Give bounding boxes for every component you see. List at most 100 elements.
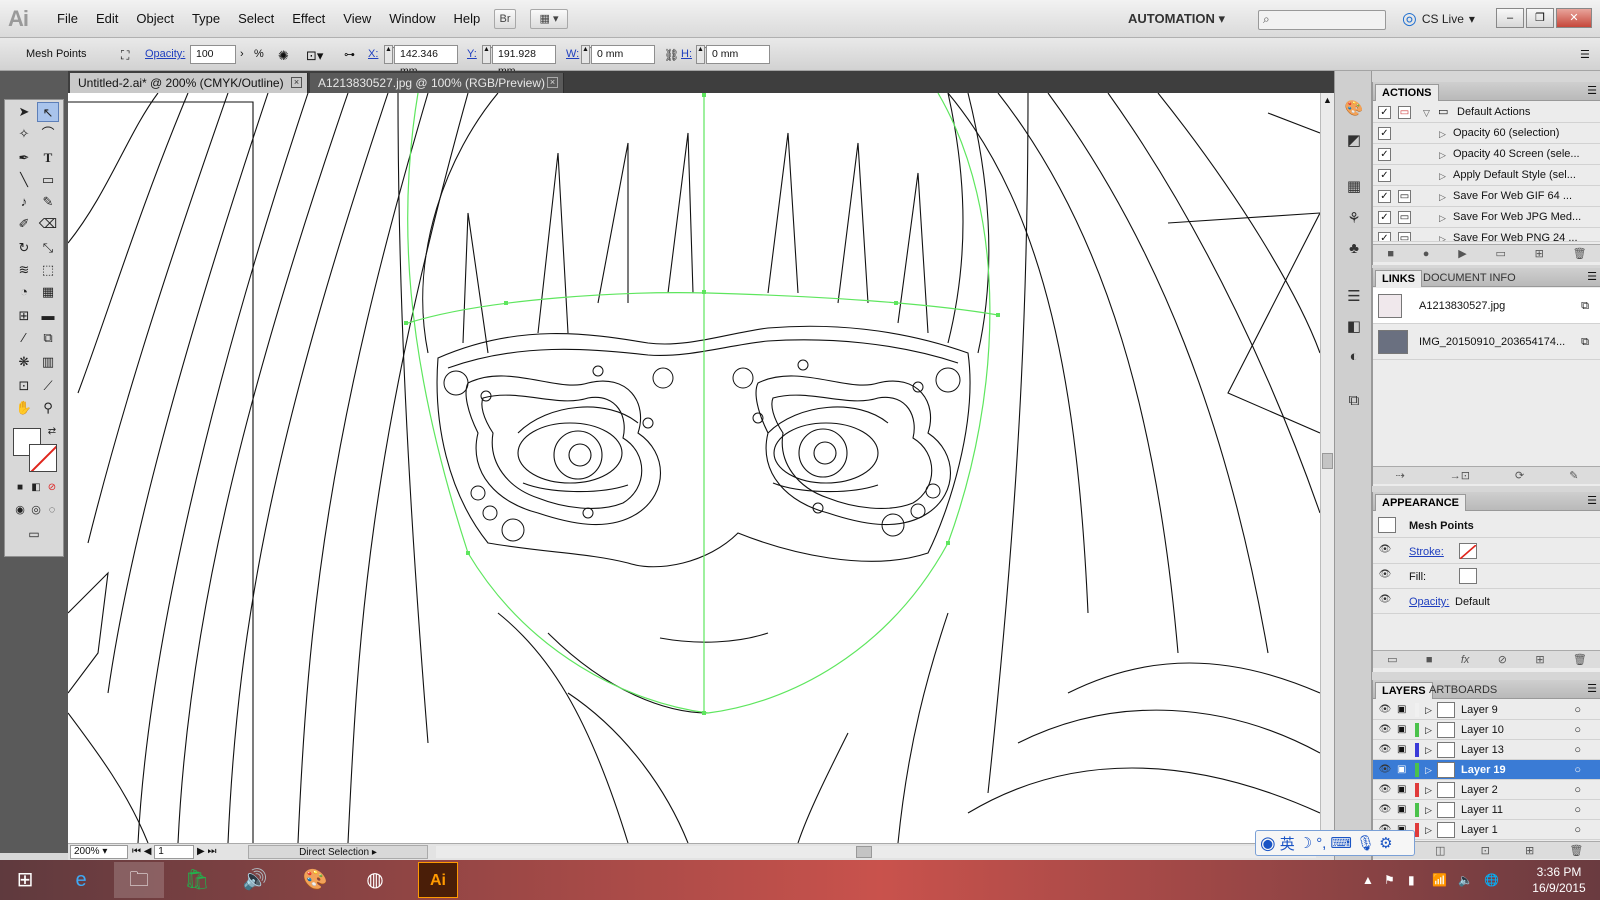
expand-icon[interactable]: ▷	[1439, 208, 1446, 229]
lock-icon[interactable]: ▣	[1397, 800, 1406, 820]
brushes-icon[interactable]: ⚘	[1341, 207, 1367, 231]
target-circle-icon[interactable]: ○	[1574, 720, 1581, 740]
x-link[interactable]: X:	[368, 48, 378, 60]
action-item[interactable]: ✓ ▷ Opacity 40 Screen (sele...	[1373, 144, 1600, 165]
control-menu-icon[interactable]: ☰	[1580, 48, 1590, 61]
line-tool-icon[interactable]: ╲	[13, 170, 35, 190]
make-clipping-mask-icon[interactable]: ◫	[1435, 844, 1445, 857]
fill-swatch-icon[interactable]	[1459, 568, 1477, 584]
network-icon[interactable]: 📶	[1432, 860, 1447, 900]
trash-icon[interactable]: 🗑	[1573, 653, 1587, 666]
recolor-icon[interactable]: ✺	[278, 48, 289, 64]
link-item[interactable]: IMG_20150910_203654174... ⧉	[1373, 324, 1600, 360]
workspace-switcher[interactable]: AUTOMATION ▾	[1128, 9, 1225, 29]
stop-icon[interactable]: ■	[1387, 248, 1394, 260]
close-window-button[interactable]: ✕	[1556, 8, 1592, 28]
y-spinner[interactable]: ▲▼	[482, 45, 497, 64]
help-search-input[interactable]: ⌕	[1258, 10, 1386, 30]
artboard-canvas[interactable]	[68, 93, 1320, 843]
panel-menu-icon[interactable]: ☰	[1587, 270, 1597, 283]
tab-artboards[interactable]: ARTBOARDS	[1423, 682, 1503, 699]
ime-moon-icon[interactable]: ☽	[1299, 834, 1312, 852]
blend-tool-icon[interactable]: ⧉	[37, 328, 59, 348]
w-spinner[interactable]: ▲▼	[581, 45, 596, 64]
add-stroke-icon[interactable]: ▭	[1387, 653, 1397, 666]
panel-menu-icon[interactable]: ☰	[1587, 494, 1597, 507]
action-set-default[interactable]: ✓ ▭ ▽ ▭ Default Actions	[1373, 102, 1600, 123]
target-circle-icon[interactable]: ○	[1574, 800, 1581, 820]
minimize-button[interactable]: –	[1496, 8, 1524, 28]
horizontal-scrollbar[interactable]	[436, 846, 1316, 858]
grid-panel-icon[interactable]: ▦	[1341, 175, 1367, 199]
action-item[interactable]: ✓ ▭ ▷ Save For Web PNG 24 ...	[1373, 228, 1600, 242]
layer-row[interactable]: 👁 ▣ ▷ Layer 19 ○	[1373, 760, 1600, 780]
opacity-row[interactable]: 👁 Opacity: Default	[1373, 590, 1600, 614]
menu-type[interactable]: Type	[183, 0, 229, 38]
lock-icon[interactable]: ▣	[1397, 720, 1406, 740]
w-link[interactable]: W:	[566, 48, 579, 60]
action-check[interactable]: ✓	[1378, 190, 1391, 203]
menu-file[interactable]: File	[48, 0, 87, 38]
artboard-tool-icon[interactable]: ⊡	[13, 376, 35, 396]
expand-icon[interactable]: ▷	[1425, 780, 1432, 800]
visibility-eye-icon[interactable]: 👁	[1378, 703, 1392, 717]
perspective-grid-icon[interactable]: ▦	[37, 282, 59, 302]
relink-icon[interactable]: ⇢	[1396, 469, 1405, 482]
blob-brush-icon[interactable]: ✐	[13, 214, 35, 234]
dialog-toggle-icon[interactable]: ▭	[1398, 211, 1411, 224]
magic-wand-icon[interactable]: ✧	[13, 124, 35, 144]
ime-keyboard-icon[interactable]: ⌨	[1330, 834, 1352, 852]
target-circle-icon[interactable]: ○	[1574, 700, 1581, 720]
show-hidden-icons[interactable]: ▲	[1362, 860, 1374, 900]
volume-icon[interactable]: 🔈	[1458, 860, 1473, 900]
expand-icon[interactable]: ▷	[1439, 145, 1446, 166]
layer-row[interactable]: 👁 ▣ ▷ Layer 2 ○	[1373, 780, 1600, 800]
align-icon[interactable]: ⊡▾	[306, 48, 323, 64]
menu-window[interactable]: Window	[380, 0, 444, 38]
expand-icon[interactable]: ▷	[1425, 700, 1432, 720]
target-circle-icon[interactable]: ○	[1574, 820, 1581, 840]
mesh-points-icon[interactable]: ⛶	[121, 48, 129, 63]
graphic-styles-icon[interactable]: ⧉	[1341, 389, 1367, 413]
tab-appearance[interactable]: APPEARANCE	[1375, 494, 1467, 511]
add-fill-icon[interactable]: ■	[1426, 654, 1433, 666]
action-check[interactable]: ✓	[1378, 232, 1391, 241]
power-icon[interactable]: ▮	[1408, 860, 1415, 900]
menu-object[interactable]: Object	[127, 0, 183, 38]
dialog-toggle-icon[interactable]: ▭	[1398, 232, 1411, 241]
expand-icon[interactable]: ▷	[1439, 229, 1446, 241]
restore-button[interactable]: ❐	[1526, 8, 1554, 28]
scale-tool-icon[interactable]: ⤡	[37, 238, 59, 258]
opacity-field[interactable]: 100	[190, 45, 236, 64]
visibility-eye-icon[interactable]: 👁	[1378, 593, 1392, 607]
file-explorer-icon[interactable]: 🗀	[114, 862, 164, 898]
layer-row[interactable]: 👁 ▣ ▷ Layer 13 ○	[1373, 740, 1600, 760]
new-sublayer-icon[interactable]: ⊡	[1481, 844, 1490, 857]
action-item[interactable]: ✓ ▭ ▷ Save For Web JPG Med...	[1373, 207, 1600, 228]
clear-appearance-icon[interactable]: ⊘	[1498, 653, 1507, 666]
lock-icon[interactable]: ▣	[1397, 740, 1406, 760]
action-check[interactable]: ✓	[1378, 169, 1391, 182]
constrain-link-icon[interactable]: ⛓	[664, 48, 679, 62]
menu-effect[interactable]: Effect	[283, 0, 334, 38]
lock-icon[interactable]: ▣	[1397, 760, 1406, 780]
stroke-row[interactable]: 👁 Stroke:	[1373, 540, 1600, 564]
opacity-link[interactable]: Opacity:	[1409, 590, 1449, 614]
update-link-icon[interactable]: ⟳	[1515, 469, 1524, 482]
eyedropper-icon[interactable]: ⁄	[13, 328, 35, 348]
illustrator-taskbar-icon[interactable]: Ai	[418, 862, 458, 898]
zoom-select[interactable]: 200% ▾	[70, 845, 128, 859]
hand-tool-icon[interactable]: ✋	[13, 398, 35, 418]
h-link[interactable]: H:	[681, 48, 692, 60]
canvas-vertical-scrollbar[interactable]: ▲ ▼	[1320, 93, 1334, 843]
draw-inside-icon[interactable]: ◌	[41, 500, 63, 520]
store-icon[interactable]: 🛍	[172, 862, 222, 898]
slice-tool-icon[interactable]: ⟋	[37, 376, 59, 396]
chrome-icon[interactable]: ◍	[350, 862, 400, 898]
clock[interactable]: 3:36 PM 16/9/2015	[1524, 860, 1594, 900]
close-tab-icon[interactable]: ×	[547, 77, 558, 88]
visibility-eye-icon[interactable]: 👁	[1378, 783, 1392, 797]
action-check[interactable]: ✓	[1378, 211, 1391, 224]
ime-language-bar[interactable]: ◉ 英 ☽ °, ⌨ 🎙 ⚙	[1255, 830, 1415, 856]
none-mode-icon[interactable]: ⊘	[41, 478, 63, 498]
